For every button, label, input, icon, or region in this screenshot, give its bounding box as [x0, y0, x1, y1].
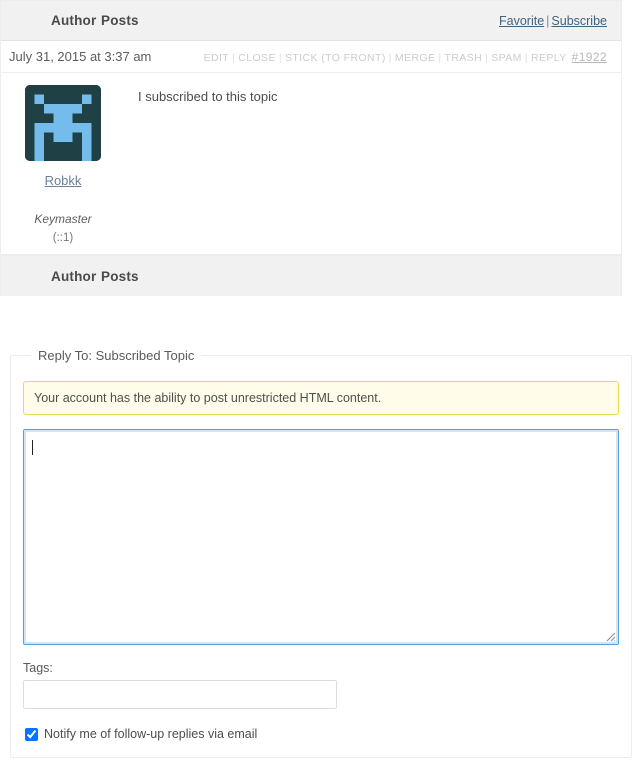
text-caret	[32, 440, 33, 455]
admin-separator: |	[524, 51, 528, 64]
author-name-link[interactable]: Robkk	[1, 173, 125, 188]
subscribe-link[interactable]: Subscribe	[551, 14, 607, 28]
post-date: July 31, 2015 at 3:37 am	[9, 49, 152, 64]
reply-textarea[interactable]	[23, 429, 619, 645]
column-header-posts: Posts	[101, 13, 139, 28]
admin-separator: |	[438, 51, 442, 64]
admin-separator: |	[232, 51, 236, 64]
column-footer-posts: Posts	[101, 268, 139, 284]
table-header-row: Author Posts Favorite | Subscribe	[1, 0, 621, 41]
tags-input[interactable]	[23, 680, 337, 709]
admin-link-edit[interactable]: EDIT	[204, 52, 230, 64]
identicon-avatar-icon	[25, 85, 101, 161]
post-meta-row: July 31, 2015 at 3:37 am EDIT | CLOSE | STIC…	[1, 41, 621, 73]
notify-row: Notify me of follow-up replies via email	[23, 727, 619, 741]
reply-form: Reply To: Subscribed Topic Your account …	[10, 348, 632, 758]
admin-separator: |	[388, 51, 392, 64]
admin-link-close[interactable]: CLOSE	[238, 52, 276, 64]
admin-link-merge[interactable]: MERGE	[395, 52, 436, 64]
topic-subscription-links: Favorite | Subscribe	[499, 14, 621, 28]
unrestricted-html-notice: Your account has the ability to post unr…	[23, 381, 619, 415]
author-role: Keymaster	[34, 212, 92, 226]
notify-checkbox[interactable]	[25, 727, 38, 741]
tags-label: Tags:	[23, 661, 53, 675]
notify-label: Notify me of follow-up replies via email	[44, 727, 258, 741]
post-content: I subscribed to this topic	[138, 89, 278, 104]
topic-posts-table: Author Posts Favorite | Subscribe July 31,…	[0, 0, 622, 296]
admin-link-spam[interactable]: SPAM	[491, 52, 522, 64]
reply-editor-wrapper	[23, 429, 619, 645]
favorite-link[interactable]: Favorite	[499, 14, 544, 28]
reply-fieldset: Reply To: Subscribed Topic Your account …	[10, 348, 632, 758]
reply-form-legend: Reply To: Subscribed Topic	[38, 348, 195, 363]
author-ip: (::1)	[52, 232, 74, 244]
post-permalink[interactable]: #1922	[572, 50, 607, 64]
column-header-author: Author	[51, 13, 97, 28]
admin-link-reply[interactable]: REPLY	[531, 52, 567, 64]
admin-link-stick[interactable]: STICK (TO FRONT)	[285, 52, 386, 64]
table-footer-row: Author Posts	[1, 255, 621, 296]
admin-link-trash[interactable]: TRASH	[445, 52, 483, 64]
post-row: Robkk Keymaster (::1) I subscribed to th…	[1, 73, 621, 255]
column-footer-author: Author	[51, 268, 97, 284]
admin-separator: |	[278, 51, 283, 64]
admin-separator: |	[485, 51, 489, 64]
post-admin-links: EDIT | CLOSE | STICK (TO FRONT) | MERGE | TRASH |…	[204, 50, 607, 64]
post-author-cell: Robkk Keymaster (::1)	[1, 73, 125, 254]
